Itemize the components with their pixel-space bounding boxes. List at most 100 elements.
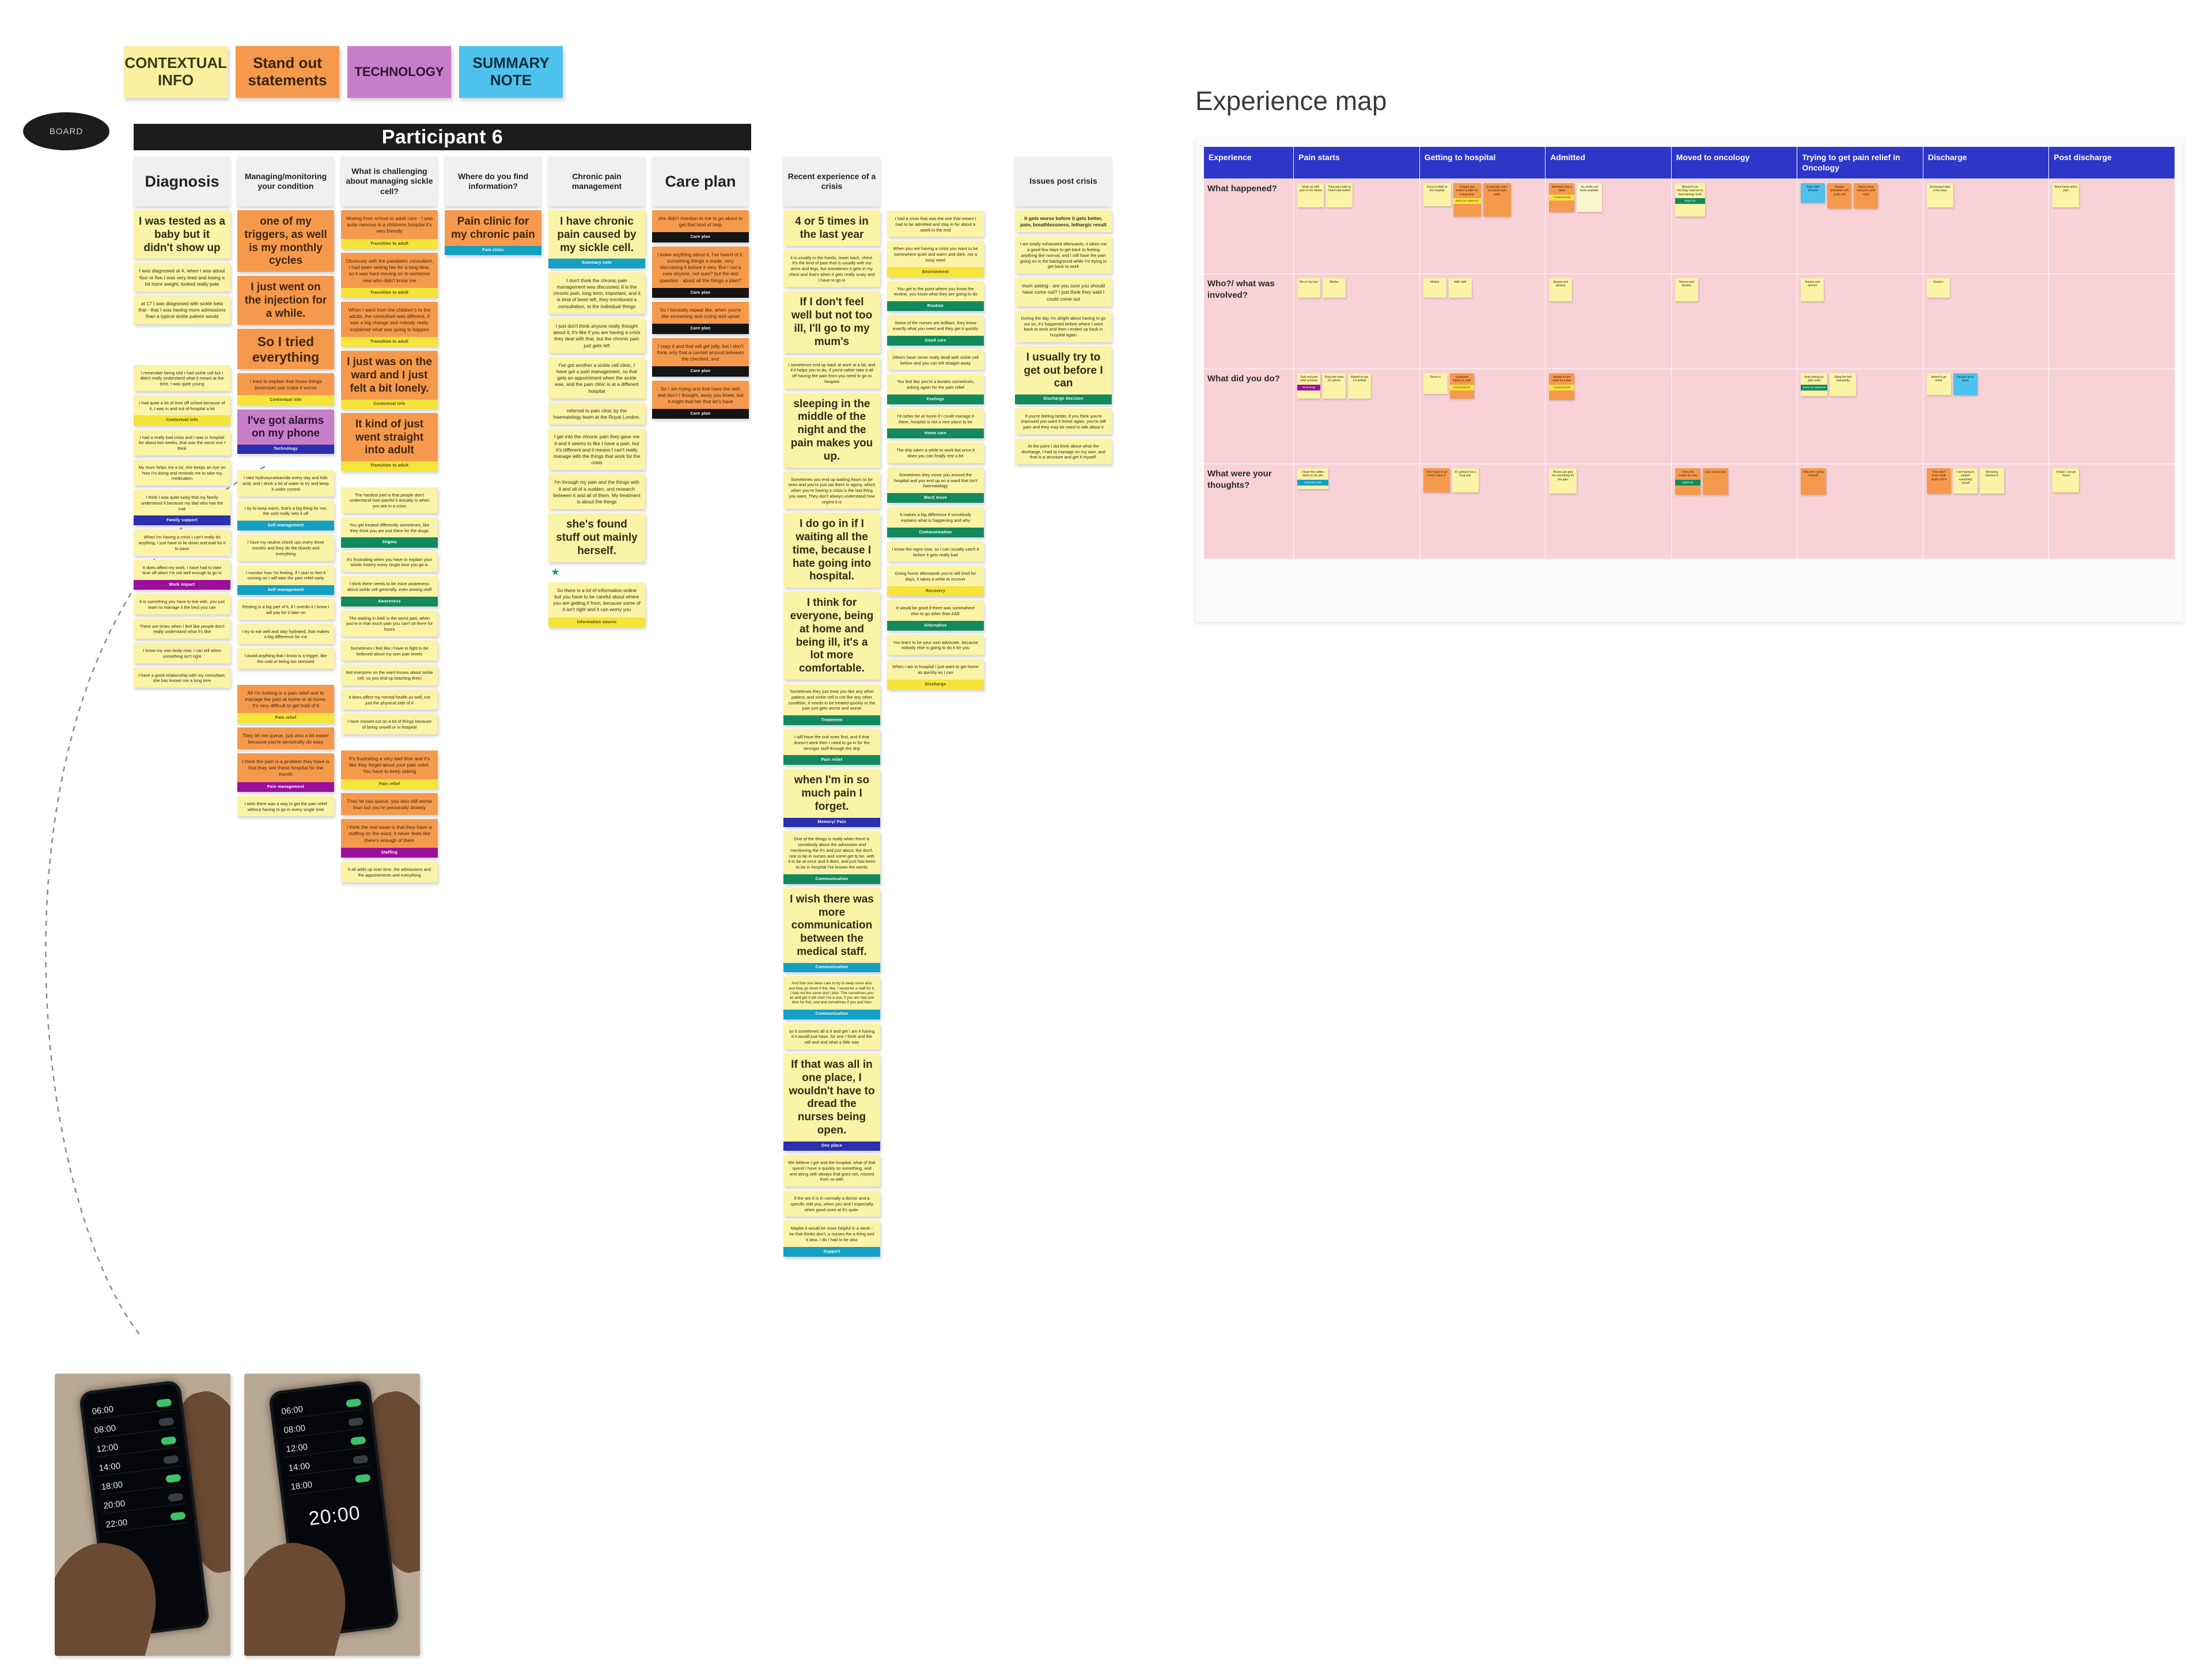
sticky-note[interactable]: I've got alarms on my phone Technology [237,409,334,454]
exp-sticky-note[interactable]: Doctors [1926,278,1950,298]
sticky-note[interactable]: I tried to explain that those things (ex… [237,373,334,405]
sticky-note[interactable]: When I went from the children's to the a… [341,302,438,347]
exp-sticky-note[interactable]: Admitted onto a ward Contextual info [1549,183,1575,212]
sticky-note[interactable]: When you are having a crisis you want to… [887,241,984,277]
legend-chip-technology[interactable]: TECHNOLOGY [347,46,451,98]
exp-sticky-note[interactable]: I know the routine by now Stand out [1675,468,1700,495]
sticky-note[interactable]: I get into the chronic pain they gave me… [548,429,645,471]
exp-sticky-note[interactable]: Please just give me something for the pa… [1549,468,1577,494]
exp-cell-r0-c0[interactable]: Woke up with pain in her hands Took pain … [1293,179,1420,274]
exp-cell-r3-c2[interactable]: Please just give me something for the pa… [1545,464,1672,559]
exp-cell-r0-c1[interactable]: Drove to A&E at the hospital Triaged and … [1419,179,1546,274]
exp-sticky-note[interactable]: Drove to A&E at the hospital [1423,183,1451,206]
exp-sticky-note[interactable]: Waited on the ward for a bed Contextual i… [1549,373,1575,400]
exp-col-header-5[interactable]: Trying to get pain relief in Oncology [1797,146,1923,179]
sticky-note[interactable]: One of the things is really when there i… [783,831,880,884]
sticky-note[interactable]: If I don't feel well but not too ill, I'… [783,291,880,353]
exp-cell-r3-c3[interactable]: I know the routine by now Stand out I just… [1671,464,1798,559]
sticky-note[interactable]: I had a crisis that was the one that mea… [887,211,984,237]
sticky-note[interactable]: It does affect my mental health as well,… [341,689,438,710]
alarm-toggle[interactable] [158,1416,175,1426]
exp-sticky-note[interactable]: Nurses and doctors [1675,278,1698,301]
sticky-note[interactable]: I will have the oral ones first, and if … [783,729,880,765]
sticky-note[interactable]: I usually try to get out before I can Dis… [1015,346,1112,404]
sticky-note[interactable]: It is something you have to live with, y… [134,594,230,615]
sticky-note[interactable]: I just don't think anyone really thought… [548,317,645,353]
sticky-note[interactable]: We believe I got and the hospital, what … [783,1155,880,1187]
sticky-note[interactable]: Sometimes they move you around the hospi… [887,467,984,503]
sticky-note[interactable]: Obviously with the paediatric consultant… [341,252,438,298]
sticky-note[interactable]: I have a good relationship with my consu… [134,667,230,688]
sticky-note[interactable]: I wish there was more communication betw… [783,888,880,973]
exp-cell-r2-c3[interactable] [1671,369,1798,464]
sticky-note[interactable]: I was diagnosed at 4, when I was about f… [134,263,230,292]
sticky-note[interactable]: If the are it is in normally a doctor an… [783,1190,880,1217]
sticky-note[interactable]: They let you queue, you also still worse… [341,793,438,816]
sticky-note[interactable]: I'd rather be at home if I could manage … [887,408,984,439]
exp-sticky-note[interactable]: I just want a bed [1702,468,1728,495]
sticky-note[interactable]: The drip takes a while to work but once … [887,442,984,463]
exp-sticky-note[interactable]: Mother [1323,278,1346,298]
sticky-note[interactable]: I am totally exhausted afterwards, it ta… [1015,236,1112,274]
exp-col-header-1[interactable]: Pain starts [1293,146,1420,179]
exp-cell-r2-c1[interactable]: Drove in Explained history to staff Contex… [1419,369,1546,464]
exp-col-header-4[interactable]: Moved to oncology [1671,146,1798,179]
exp-cell-r3-c1[interactable]: I don't want to go in but I have to It's … [1419,464,1546,559]
exp-sticky-note[interactable]: Drove in [1423,373,1448,394]
sticky-note[interactable]: I just went on the injection for a while… [237,276,334,325]
legend-chip-summary-note[interactable]: SUMMARY NOTE [459,46,563,98]
alarm-toggle[interactable] [163,1454,179,1464]
exp-col-header-6[interactable]: Discharge [1922,146,2050,179]
sticky-note[interactable]: sleeping in the middle of the night and … [783,392,880,468]
exp-cell-r2-c4[interactable]: Kept asking for pain relief Stand out sta… [1797,369,1923,464]
sticky-note[interactable]: So I tried everything [237,328,334,369]
sticky-note[interactable]: You get treated differently sometimes, l… [341,517,438,548]
exp-cell-r3-c5[interactable]: They don't know what sickle cell is I am … [1922,464,2050,559]
alarm-toggle[interactable] [353,1454,369,1464]
sticky-note[interactable]: I try to keep warm, that's a big thing f… [237,500,334,531]
sticky-note[interactable]: If that was all in one place, I wouldn't… [783,1053,880,1151]
sticky-note[interactable]: It does affect my work, I have had to ta… [134,559,230,590]
exp-col-header-7[interactable]: Post discharge [2048,146,2175,179]
sticky-note[interactable]: It makes a big difference if somebody ex… [887,507,984,537]
sticky-note[interactable]: so it sometimes all is it and get I am i… [783,1023,880,1049]
sticky-note[interactable]: Sometimes I feel like I have to fight to… [341,640,438,661]
sticky-note[interactable]: I do go in if I waiting all the time, be… [783,513,880,588]
sticky-note[interactable]: Moving from school to adult care - I was… [341,210,438,249]
alarm-toggle[interactable] [168,1492,184,1501]
exp-sticky-note[interactable]: I don't want to go in but I have to [1423,468,1450,492]
sticky-note[interactable]: Sometimes they just treat you like any o… [783,684,880,726]
sticky-note[interactable]: I'm through my pain and the things with … [548,474,645,510]
sticky-note[interactable]: My mum helps me a lot, she keeps an eye … [134,459,230,486]
sticky-note[interactable]: The hardest part is that people don't un… [341,487,438,513]
sticky-note[interactable]: she's found stuff out mainly herself. [548,513,645,562]
exp-cell-r2-c0[interactable]: Took oral pain relief at home Technology R… [1293,369,1420,464]
exp-sticky-note[interactable]: Me on my own [1297,278,1321,298]
sticky-note[interactable]: It all adds up over time, the admissions… [341,862,438,882]
sticky-note[interactable]: I wish there was a way to get the pain r… [237,795,334,817]
alarm-toggle[interactable] [348,1416,364,1426]
exp-sticky-note[interactable]: Moved to an oncology ward as no haematol… [1675,183,1705,217]
exp-cell-r0-c2[interactable]: Admitted onto a ward Contextual info No si… [1545,179,1672,274]
sticky-note[interactable]: I have chronic pain caused by my sickle … [548,210,645,268]
exp-cell-r1-c2[interactable]: Nurses and doctors [1545,274,1672,369]
sticky-note[interactable]: And that one takes care to try to keep s… [783,976,880,1019]
exp-cell-r1-c4[interactable]: Nurses and doctors [1797,274,1923,369]
exp-sticky-note[interactable]: Rang the ward for advice [1323,373,1346,399]
exp-sticky-note[interactable]: Rang the bell repeatedly [1830,373,1857,396]
sticky-note[interactable]: They let me queue, just also a bit easie… [237,727,334,749]
sticky-note[interactable]: I had quite a lot of time off school bec… [134,395,230,426]
exp-cell-r2-c2[interactable]: Waited on the ward for a bed Contextual i… [1545,369,1672,464]
exp-sticky-note[interactable]: Had to keep asking for pain relief [1854,183,1878,208]
exp-sticky-note[interactable]: It's going to be a long wait [1452,468,1479,492]
sticky-note[interactable]: Others have never really dealt with sick… [887,349,984,370]
sticky-note[interactable]: I have missed out on a lot of things bec… [341,714,438,734]
sticky-note[interactable]: So there is a lot of information online … [548,582,645,627]
sticky-note[interactable]: when I'm in so much pain I forget. Memory… [783,769,880,828]
sticky-note[interactable]: Maybe it would be more helpful in a week… [783,1220,880,1257]
exp-cell-r0-c5[interactable]: Discharged after a few days [1922,179,2050,274]
sticky-note[interactable]: I sometimes end up back at work at a bit… [783,357,880,389]
sticky-note[interactable]: Going home afterwards you're still tired… [887,566,984,596]
exp-cell-r3-c0[interactable]: I hope this settles down on its own Summa… [1293,464,1420,559]
sticky-note[interactable]: I think the pain is a problem they have … [237,753,334,792]
